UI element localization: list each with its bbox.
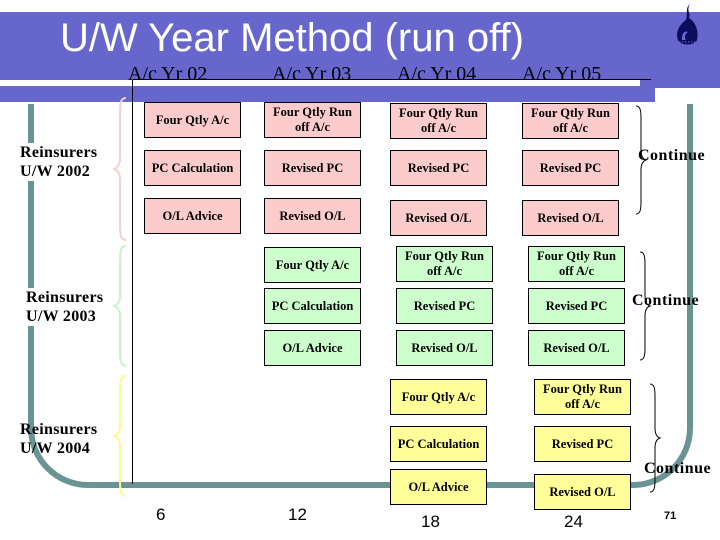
column-header-ac-yr-04: A/c Yr 04	[397, 63, 477, 85]
group-brace-uw-2003	[112, 245, 127, 367]
uw2003-ac04-revised-ol: Revised O/L	[396, 330, 499, 372]
group-label-uw-2003: Reinsurers U/W 2003	[26, 288, 104, 326]
group-label-line1: Reinsurers	[20, 143, 98, 162]
uw2002-ac04-revised-pc: Revised PC	[390, 150, 493, 192]
group-label-uw-2004: Reinsurers U/W 2004	[20, 420, 97, 458]
continue-label-uw-2003: Continue	[632, 292, 700, 309]
group-label-line2: U/W 2002	[20, 162, 98, 181]
flame-logo-icon	[677, 4, 698, 45]
slide-title: U/W Year Method (run off)	[60, 16, 524, 60]
header-top-gap	[0, 0, 720, 12]
vertical-axis-line	[132, 80, 133, 484]
uw2004-ac05-revised-pc: Revised PC	[534, 426, 637, 468]
uw2004-ac04-four-qtly: Four Qtly A/c	[390, 379, 493, 421]
uw2003-ac04-revised-pc: Revised PC	[396, 288, 499, 330]
uw2002-ac04-revised-ol: Revised O/L	[390, 200, 493, 242]
group-brace-uw-2002	[112, 97, 127, 241]
column-header-underline	[133, 79, 651, 80]
uw2002-ac02-ol-advice: O/L Advice	[144, 198, 247, 240]
uw2002-ac02-pc-calculation: PC Calculation	[144, 150, 247, 192]
column-header-ac-yr-05: A/c Yr 05	[522, 63, 602, 85]
uw2002-ac03-revised-pc: Revised PC	[264, 150, 367, 192]
column-header-ac-yr-03: A/c Yr 03	[272, 63, 352, 85]
group-label-uw-2002: Reinsurers U/W 2002	[20, 143, 98, 181]
uw2004-ac04-pc-calculation: PC Calculation	[390, 426, 493, 468]
page-number: 71	[664, 510, 677, 522]
continue-label-uw-2002: Continue	[638, 147, 706, 164]
group-brace-uw-2004	[112, 375, 127, 497]
uw2003-ac03-pc-calculation: PC Calculation	[264, 288, 367, 330]
group-label-line1: Reinsurers	[20, 421, 98, 438]
x-tick-12: 12	[288, 505, 307, 524]
uw2002-ac03-revised-ol: Revised O/L	[264, 198, 367, 240]
uw2003-ac05-revised-ol: Revised O/L	[528, 330, 631, 372]
continue-label-uw-2004: Continue	[644, 460, 712, 477]
uw2002-ac05-four-qtly-run-off: Four Qtly Run off A/c	[522, 103, 625, 145]
uw2003-ac03-four-qtly: Four Qtly A/c	[264, 247, 367, 289]
group-label-line1: Reinsurers	[26, 288, 104, 307]
group-label-line2: U/W 2003	[26, 307, 104, 326]
uw2003-ac03-ol-advice: O/L Advice	[264, 330, 367, 372]
uw2003-ac05-revised-pc: Revised PC	[528, 288, 631, 330]
x-tick-18: 18	[421, 512, 440, 531]
header-right-gap	[655, 88, 720, 104]
uw2004-ac05-revised-ol: Revised O/L	[534, 474, 637, 516]
uw2002-ac04-four-qtly-run-off: Four Qtly Run off A/c	[390, 103, 493, 145]
group-label-line2: U/W 2004	[20, 440, 91, 457]
uw2002-ac05-revised-pc: Revised PC	[522, 150, 625, 192]
uw2004-ac04-ol-advice: O/L Advice	[390, 469, 493, 511]
uw2003-ac05-four-qtly-run-off: Four Qtly Run off A/c	[528, 246, 631, 288]
column-header-ac-yr-02: A/c Yr 02	[128, 63, 208, 85]
uw2002-ac02-four-qtly: Four Qtly A/c	[144, 102, 247, 144]
uw2002-ac03-four-qtly-run-off: Four Qtly Run off A/c	[264, 102, 367, 144]
uw2002-ac05-revised-ol: Revised O/L	[522, 200, 625, 242]
uw2003-ac04-four-qtly-run-off: Four Qtly Run off A/c	[396, 246, 499, 288]
x-tick-24: 24	[564, 512, 583, 531]
x-tick-6: 6	[156, 505, 166, 524]
uw2004-ac05-four-qtly-run-off: Four Qtly Run off A/c	[534, 379, 637, 421]
